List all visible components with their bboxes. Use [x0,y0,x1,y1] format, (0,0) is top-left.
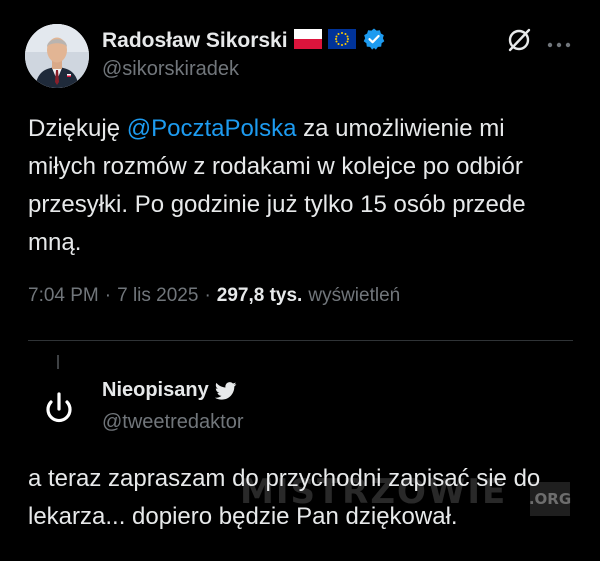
tweet-date[interactable]: 7 lis 2025 [117,285,198,307]
tweet-meta: 7:04 PM · 7 lis 2025 · 297,8 tys. wyświe… [28,285,400,307]
tweet-time[interactable]: 7:04 PM [28,285,99,307]
author-name[interactable]: Radosław Sikorski [102,29,288,53]
twitter-bird-icon [214,381,237,400]
author-handle[interactable]: @sikorskiradek [102,58,239,81]
eu-flag-icon [327,28,356,54]
grok-icon[interactable] [505,26,533,54]
meta-separator: · [104,285,112,306]
watermark: MISTRZOWIE [240,472,508,512]
views-label: wyświetleń [308,285,401,306]
power-icon [37,378,81,436]
meta-separator-2: · [204,285,211,306]
watermark-suffix: .ORG [529,482,571,516]
mention-link[interactable]: @PocztaPolska [127,115,297,142]
thread-line [57,355,59,369]
author-avatar-image [25,24,89,88]
tweet-text-before: Dziękuję [28,115,127,142]
verified-badge-icon[interactable] [362,27,386,56]
views-count[interactable]: 297,8 tys. [217,285,303,307]
reply-author-name[interactable]: Nieopisany [102,379,209,402]
author-avatar[interactable] [25,24,89,88]
poland-flag-icon [293,28,322,54]
divider [28,340,573,341]
reply-author-handle[interactable]: @tweetredaktor [102,411,243,434]
reply-avatar[interactable] [37,378,81,436]
author-row: Radosław Sikorski [102,27,386,55]
tweet: Radosław Sikorski @sikorskiradek Dziękuj… [0,0,600,340]
reply-author-row: Nieopisany [102,379,237,402]
more-options-icon[interactable] [546,36,574,48]
tweet-text: Dziękuję @PocztaPolska za umożliwienie m… [28,110,573,262]
